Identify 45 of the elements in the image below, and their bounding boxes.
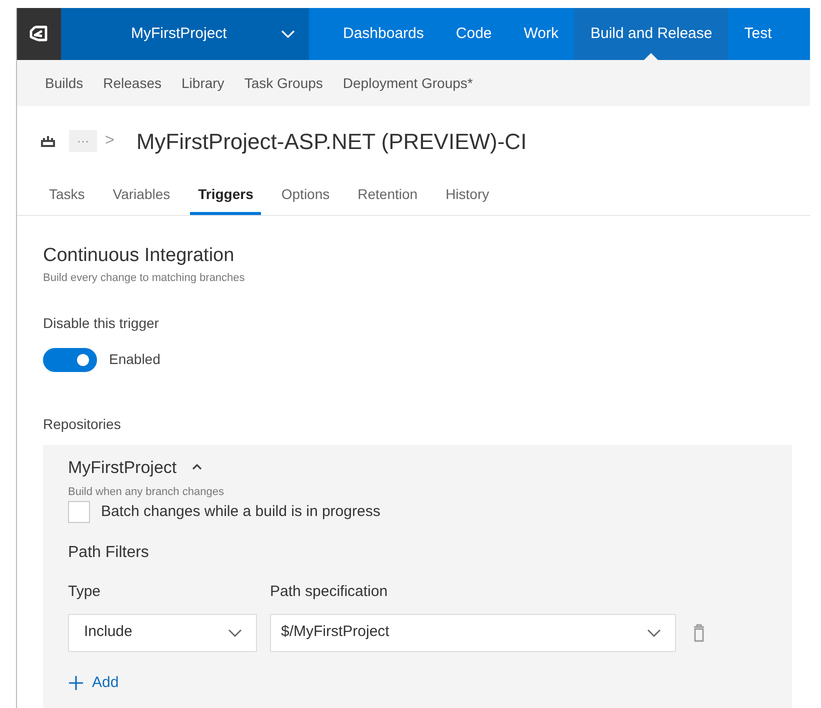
toggle-switch[interactable] (43, 348, 97, 372)
path-filters-title: Path Filters (68, 543, 150, 563)
more-button[interactable]: ··· (69, 130, 97, 152)
checkbox[interactable] (68, 500, 90, 523)
type-dropdown[interactable]: Include (68, 614, 257, 652)
tab[interactable]: Retention (350, 176, 426, 215)
tab[interactable]: Variables (104, 176, 178, 215)
repository-name: MyFirstProject (68, 456, 177, 478)
subnav-link[interactable]: Deployment Groups* (334, 72, 481, 94)
path-label: Path specification (270, 582, 388, 602)
add-link[interactable]: Add (68, 672, 119, 694)
repository-description: Build when any branch changes (68, 485, 225, 500)
type-label: Type (68, 582, 102, 602)
build-pipeline-icon (41, 135, 55, 147)
trash-icon[interactable] (693, 624, 705, 642)
nav-item[interactable]: Build and Release (574, 8, 728, 60)
chevron-down-icon (228, 628, 242, 636)
logo[interactable] (17, 8, 61, 60)
tab[interactable]: History (438, 176, 498, 215)
subnav-link[interactable]: Builds (37, 72, 92, 94)
nav-item[interactable]: Code (440, 8, 508, 60)
logo-icon (29, 25, 49, 43)
chevron-down-icon (281, 30, 295, 38)
breadcrumb-separator: > (105, 131, 114, 151)
section-subtitle: Build every change to matching branches (43, 271, 246, 286)
subnav-link[interactable]: Releases (95, 72, 170, 94)
plus-icon (68, 674, 84, 691)
repositories-label: Repositories (43, 414, 122, 434)
checkbox-label: Batch changes while a build is in progress (101, 502, 380, 522)
chevron-down-icon (647, 628, 661, 636)
pipeline-title: MyFirstProject-ASP.NET (PREVIEW)-CI (136, 128, 527, 156)
section-title: Continuous Integration (43, 244, 236, 268)
project-dropdown[interactable]: MyFirstProject (61, 8, 309, 60)
nav-item[interactable]: Test (728, 8, 788, 60)
subnav-link[interactable]: Library (174, 72, 232, 94)
tab[interactable]: Tasks (41, 176, 93, 215)
toggle-state-label: Enabled (109, 350, 160, 369)
nav-item[interactable]: Dashboards (327, 8, 440, 60)
tab[interactable]: Options (273, 176, 338, 215)
subnav-link[interactable]: Task Groups (236, 72, 331, 94)
tab[interactable]: Triggers (190, 176, 262, 215)
nav-item[interactable]: Work (508, 8, 574, 60)
chevron-up-icon[interactable] (190, 463, 203, 472)
path-dropdown[interactable]: $/MyFirstProject (270, 614, 676, 652)
trigger-label: Disable this trigger (43, 314, 160, 333)
